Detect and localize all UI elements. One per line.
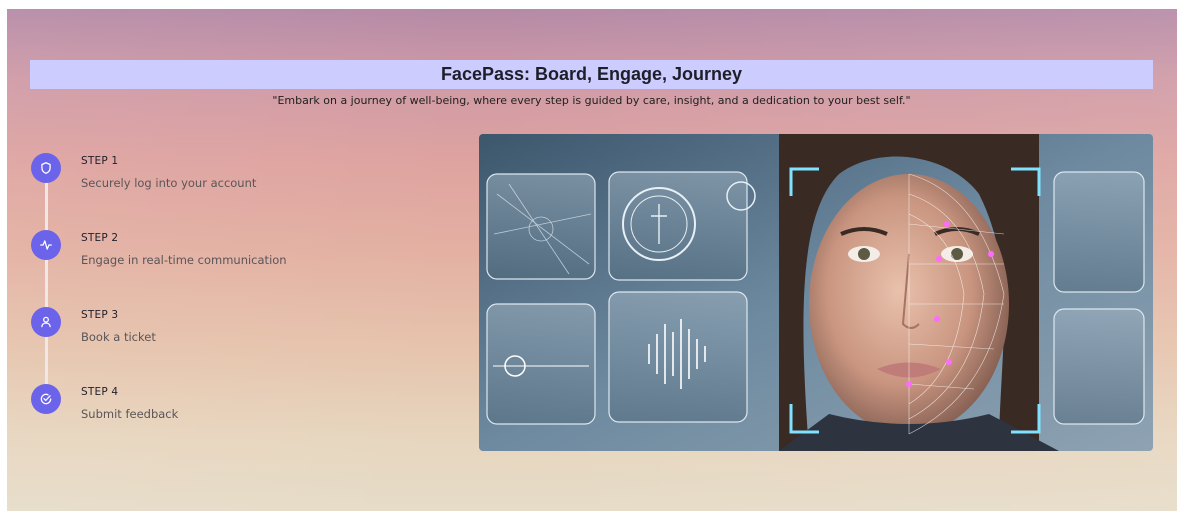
step-1-label: STEP 1 (81, 155, 119, 167)
step-2-label: STEP 2 (81, 232, 119, 244)
page-tagline: "Embark on a journey of well-being, wher… (272, 94, 911, 107)
step-4-description: Submit feedback (81, 407, 179, 421)
step-2-description: Engage in real-time communication (81, 253, 287, 267)
step-4-label: STEP 4 (81, 386, 119, 398)
step-3-description: Book a ticket (81, 330, 156, 344)
check-circle-icon (31, 384, 61, 414)
step-3-label: STEP 3 (81, 309, 119, 321)
shield-icon (31, 153, 61, 183)
activity-icon (31, 230, 61, 260)
hero-image (479, 134, 1153, 451)
step-4: STEP 4 Submit feedback (31, 380, 411, 440)
step-1-description: Securely log into your account (81, 176, 257, 190)
step-2: STEP 2 Engage in real-time communication (31, 226, 411, 286)
page-title: FacePass: Board, Engage, Journey (440, 64, 743, 84)
user-icon (31, 307, 61, 337)
facial-recognition-illustration (479, 134, 1153, 451)
step-1: STEP 1 Securely log into your account (31, 149, 411, 209)
title-banner: FacePass: Board, Engage, Journey (30, 60, 1153, 89)
steps-timeline: STEP 1 Securely log into your account ST… (31, 149, 431, 429)
step-3: STEP 3 Book a ticket (31, 303, 411, 363)
page-canvas: FacePass: Board, Engage, Journey "Embark… (7, 9, 1177, 511)
